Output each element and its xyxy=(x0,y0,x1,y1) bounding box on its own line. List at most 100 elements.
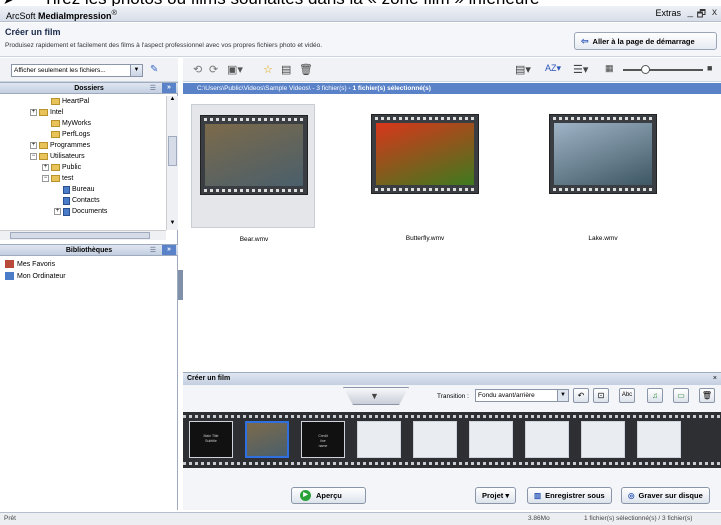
tree-item[interactable]: + Intel xyxy=(30,107,63,118)
hscroll-thumb[interactable] xyxy=(10,232,150,239)
library-item-favorites[interactable]: Mes Favoris xyxy=(5,258,66,270)
trash-icon[interactable]: 🗑 xyxy=(299,63,313,76)
video-frame xyxy=(371,114,479,194)
media-thumbnail[interactable]: Butterfly.wmv xyxy=(363,104,487,242)
folder-icon xyxy=(39,153,48,160)
edit-filter-icon[interactable]: ✎ xyxy=(150,64,158,75)
tree-item-label: test xyxy=(62,175,74,182)
large-thumbnails-icon[interactable]: ■ xyxy=(707,63,712,73)
thumbnails-icon[interactable]: ▦ xyxy=(605,63,614,74)
crop-icon[interactable]: ⊡ xyxy=(593,388,609,403)
filter-bar: Afficher seulement les fichiers... ▼ ✎ xyxy=(0,58,178,82)
sort-icon[interactable]: AZ▾ xyxy=(545,63,561,74)
computer-icon xyxy=(5,272,14,280)
media-file-name: Bear.wmv xyxy=(239,236,269,243)
tree-item-label: Contacts xyxy=(72,197,100,204)
movie-builder-panel: Créer un film × ▼ Transition : Fondu ava… xyxy=(183,372,721,510)
tree-item-label: Documents xyxy=(72,208,108,215)
folders-panel-header: Dossiers ☰ » xyxy=(0,82,178,94)
scroll-down-icon[interactable]: ▼ xyxy=(167,220,178,230)
media-thumbnail[interactable]: Bear.wmv xyxy=(191,104,315,243)
libraries-list: Mes Favoris Mon Ordinateur xyxy=(5,258,66,282)
zoom-slider[interactable] xyxy=(623,65,703,74)
tree-item[interactable]: − Utilisateurs xyxy=(30,151,85,162)
zoom-slider-knob[interactable] xyxy=(641,65,650,74)
rotate-clip-icon[interactable]: ↶ xyxy=(573,388,589,403)
empty-film-slot[interactable] xyxy=(413,421,457,458)
project-button[interactable]: Projet ▾ xyxy=(475,487,517,504)
double-chevron-icon[interactable]: » xyxy=(162,245,176,255)
tree-item[interactable]: Contacts xyxy=(54,195,100,206)
list-view-icon[interactable]: ☰ xyxy=(150,83,156,94)
close-icon[interactable]: × xyxy=(713,373,717,385)
film-clip-slot[interactable] xyxy=(245,421,289,458)
tree-item[interactable]: MyWorks xyxy=(42,118,91,129)
empty-film-slot[interactable] xyxy=(581,421,625,458)
tree-item[interactable]: + Documents xyxy=(54,206,107,217)
window-title-bar: ArcSoft MediaImpression® Extras _ 🗗 x xyxy=(0,6,721,22)
view-mode-icon[interactable]: ▣▾ xyxy=(227,63,243,76)
empty-film-slot[interactable] xyxy=(357,421,401,458)
tree-item-label: HeartPal xyxy=(62,98,90,105)
expand-toggle-icon[interactable]: + xyxy=(30,142,37,149)
rotate-left-icon[interactable]: ⟲ xyxy=(193,63,202,76)
tree-item[interactable]: Bureau xyxy=(54,184,95,195)
tree-horizontal-scrollbar[interactable] xyxy=(0,230,166,240)
add-text-icon[interactable]: Abc xyxy=(619,388,635,403)
expand-toggle-icon[interactable]: − xyxy=(30,153,37,160)
home-page-button[interactable]: ⇦ Aller à la page de démarrage xyxy=(574,32,717,50)
scroll-thumb[interactable] xyxy=(168,136,177,166)
favorites-icon xyxy=(5,260,14,268)
empty-film-slot[interactable] xyxy=(525,421,569,458)
status-bar: Prêt 3.86Mo 1 fichier(s) sélectionné(s) … xyxy=(0,512,721,525)
scroll-up-icon[interactable]: ▲ xyxy=(167,96,178,106)
extras-menu[interactable]: Extras xyxy=(655,8,681,18)
double-chevron-icon[interactable]: » xyxy=(162,83,176,93)
empty-film-slot[interactable] xyxy=(637,421,681,458)
film-clip-slot[interactable]: Credit line name xyxy=(301,421,345,458)
tree-item[interactable]: PerfLogs xyxy=(42,129,90,140)
restore-button[interactable]: 🗗 xyxy=(697,7,706,24)
rotate-right-icon[interactable]: ⟳ xyxy=(209,63,218,76)
close-button[interactable]: x xyxy=(712,7,717,18)
star-icon[interactable]: ☆ xyxy=(263,63,273,76)
burn-disc-button[interactable]: ◎ Graver sur disque xyxy=(621,487,710,504)
media-thumbnail[interactable]: Lake.wmv xyxy=(541,104,665,242)
expand-toggle-icon[interactable]: + xyxy=(54,208,61,215)
film-clip-slot[interactable]: Main Title Subtitle xyxy=(189,421,233,458)
add-music-icon[interactable]: ♫ xyxy=(647,388,663,403)
app-name-bold: MediaImpression xyxy=(38,11,112,21)
back-arrow-icon: ⇦ xyxy=(581,35,589,46)
details-icon[interactable]: ☰▾ xyxy=(573,63,588,76)
delete-clip-icon[interactable]: 🗑 xyxy=(699,388,715,403)
add-credits-icon[interactable]: ▭ xyxy=(673,388,689,403)
preview-button[interactable]: ▶ Aperçu xyxy=(291,487,366,504)
tree-item[interactable]: − test xyxy=(42,173,73,184)
empty-film-slot[interactable] xyxy=(469,421,513,458)
disc-icon: ◎ xyxy=(628,491,635,500)
film-holes-bottom xyxy=(183,462,721,465)
tree-item[interactable]: + Public xyxy=(42,162,81,173)
left-panel: Afficher seulement les fichiers... ▼ ✎ D… xyxy=(0,58,178,510)
library-item-computer[interactable]: Mon Ordinateur xyxy=(5,270,66,282)
minimize-button[interactable]: _ xyxy=(687,7,693,18)
tree-item[interactable]: + Programmes xyxy=(30,140,90,151)
list-view-icon[interactable]: ☰ xyxy=(150,245,156,256)
tree-item-label: Utilisateurs xyxy=(50,153,85,160)
video-preview-image xyxy=(376,123,474,185)
expand-toggle-icon[interactable]: + xyxy=(42,164,49,171)
expand-toggle-icon[interactable]: − xyxy=(42,175,49,182)
layout-icon[interactable]: ▤▾ xyxy=(515,63,531,76)
expand-toggle-icon[interactable]: + xyxy=(30,109,37,116)
tree-vertical-scrollbar[interactable]: ▲ ▼ xyxy=(166,96,178,230)
tree-item[interactable]: HeartPal xyxy=(42,96,89,107)
video-preview-image xyxy=(205,124,303,186)
page-title: Créer un film xyxy=(5,27,61,37)
collapse-panel-button[interactable]: ▼ xyxy=(343,387,409,405)
transition-select[interactable]: Fondu avant/arrière ▼ xyxy=(475,389,569,402)
file-filter-select[interactable]: Afficher seulement les fichiers... ▼ xyxy=(11,64,143,77)
folder-icon xyxy=(51,164,60,171)
info-icon[interactable]: ▤ xyxy=(281,63,291,76)
save-as-button[interactable]: ▥ Enregistrer sous xyxy=(527,487,612,504)
tree-item-label: MyWorks xyxy=(62,120,92,127)
